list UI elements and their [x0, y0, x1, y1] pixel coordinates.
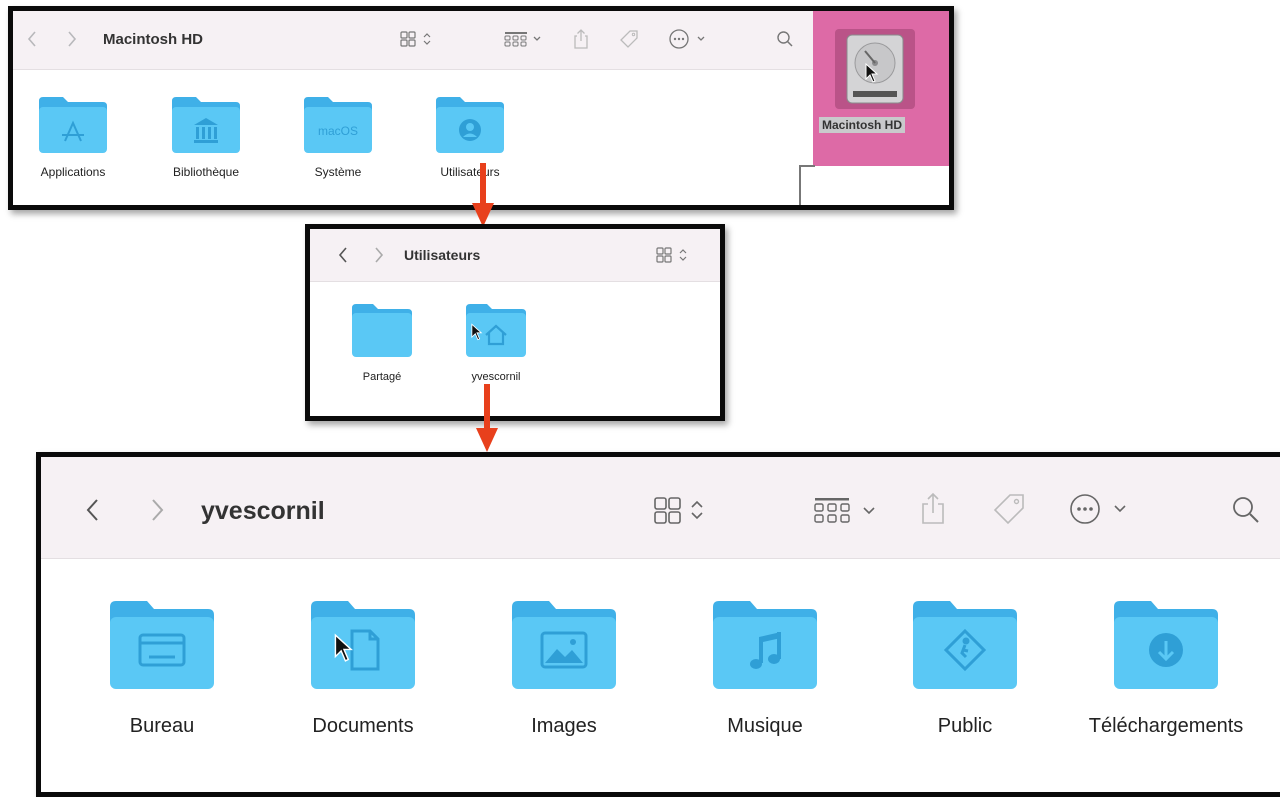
- toolbar: Utilisateurs: [310, 229, 720, 282]
- chevron-right-icon: [152, 499, 164, 521]
- window-title: yvescornil: [201, 497, 325, 525]
- tag-icon: [620, 30, 638, 48]
- folder-icon: [1114, 601, 1218, 689]
- mouse-pointer-icon: [865, 63, 879, 83]
- folder-label: Bibliothèque: [172, 165, 240, 179]
- forward-button[interactable]: [368, 243, 390, 267]
- folder-icon: [172, 97, 240, 153]
- folder-icon: [311, 601, 415, 689]
- folder-label: Applications: [40, 165, 106, 179]
- group-icon: [504, 32, 541, 47]
- back-button[interactable]: [332, 243, 354, 267]
- folder-icon: [352, 304, 412, 357]
- folder-label: Système: [314, 165, 362, 179]
- chevron-left-icon: [27, 31, 36, 47]
- folder-label: Partagé: [362, 371, 402, 383]
- folder-label: Public: [937, 715, 993, 737]
- search-icon: [1233, 497, 1259, 523]
- toolbar: yvescornil: [41, 457, 1280, 559]
- back-button[interactable]: [21, 27, 43, 51]
- folder-icon: macOS: [304, 97, 372, 153]
- folder-bibliotheque[interactable]: Bibliothèque: [158, 93, 254, 179]
- folder-images[interactable]: Images: [499, 595, 629, 738]
- folder-icon: [39, 97, 107, 153]
- mouse-pointer-icon: [334, 633, 353, 662]
- forward-button[interactable]: [61, 27, 83, 51]
- desktop-area: Macintosh HD: [813, 11, 949, 166]
- view-mode-button[interactable]: [652, 243, 696, 267]
- back-button[interactable]: [79, 495, 105, 525]
- download-glyph-icon: [1149, 633, 1183, 667]
- folder-icon: [110, 601, 214, 689]
- folder-yvescornil[interactable]: yvescornil: [454, 301, 538, 383]
- share-icon: [574, 29, 588, 49]
- icon-view-icon: [400, 31, 431, 47]
- folder-label: yvescornil: [471, 371, 521, 383]
- folder-icon: [713, 601, 817, 689]
- folder-icon: [913, 601, 1017, 689]
- group-button[interactable]: [807, 493, 887, 527]
- finder-window-utilisateurs: Utilisateurs Partagé yvescornil: [305, 224, 725, 421]
- folder-telechargements[interactable]: Téléchargements: [1071, 595, 1261, 738]
- folder-public[interactable]: Public: [900, 595, 1030, 738]
- folder-icon: [436, 97, 504, 153]
- chevron-left-icon: [338, 247, 347, 263]
- folder-label: Documents: [312, 715, 414, 737]
- group-icon: [814, 498, 875, 523]
- more-actions-button[interactable]: [1065, 491, 1141, 527]
- folder-utilisateurs[interactable]: Utilisateurs: [422, 93, 518, 179]
- folder-musique[interactable]: Musique: [700, 595, 830, 738]
- folder-partage[interactable]: Partagé: [340, 301, 424, 383]
- share-button[interactable]: [915, 489, 951, 529]
- chevron-left-icon: [86, 499, 98, 521]
- share-icon: [922, 492, 944, 524]
- forward-button[interactable]: [145, 495, 171, 525]
- group-button[interactable]: [499, 27, 551, 51]
- folder-documents[interactable]: Documents: [298, 595, 428, 738]
- folder-label: Téléchargements: [1088, 715, 1244, 737]
- chevron-right-icon: [68, 31, 77, 47]
- mouse-pointer-icon: [471, 323, 483, 341]
- down-arrow-icon: [476, 384, 498, 452]
- search-button[interactable]: [1229, 493, 1263, 527]
- macos-glyph-icon: macOS: [318, 124, 358, 138]
- ellipsis-circle-icon: [1070, 494, 1126, 524]
- tag-button[interactable]: [615, 25, 643, 53]
- share-button[interactable]: [567, 25, 595, 53]
- folder-applications[interactable]: Applications: [25, 93, 121, 179]
- search-icon: [777, 31, 793, 47]
- disk-label[interactable]: Macintosh HD: [819, 117, 906, 133]
- folder-systeme[interactable]: macOS Système: [290, 93, 386, 179]
- window-title: Utilisateurs: [404, 247, 481, 263]
- chevron-right-icon: [375, 247, 384, 263]
- view-mode-button[interactable]: [647, 493, 717, 527]
- ellipsis-circle-icon: [669, 29, 705, 49]
- icon-view-icon: [654, 497, 703, 524]
- user-glyph-icon: [459, 119, 481, 141]
- folder-icon: [512, 601, 616, 689]
- down-arrow-icon: [472, 163, 494, 227]
- tag-icon: [993, 494, 1024, 525]
- folder-label: Bureau: [129, 715, 195, 737]
- toolbar: Macintosh HD: [13, 11, 949, 70]
- tag-button[interactable]: [989, 489, 1029, 529]
- view-mode-button[interactable]: [393, 27, 443, 51]
- search-button[interactable]: [773, 27, 797, 51]
- window-title: Macintosh HD: [103, 31, 204, 48]
- folder-bureau[interactable]: Bureau: [97, 595, 227, 738]
- desktop-corner: [799, 165, 815, 205]
- finder-window-yvescornil: yvescornil Bureau Documents Images Musiq…: [36, 452, 1280, 797]
- icon-view-icon: [656, 247, 687, 263]
- folder-label: Images: [531, 715, 597, 737]
- more-actions-button[interactable]: [665, 25, 715, 53]
- folder-label: Musique: [727, 715, 803, 737]
